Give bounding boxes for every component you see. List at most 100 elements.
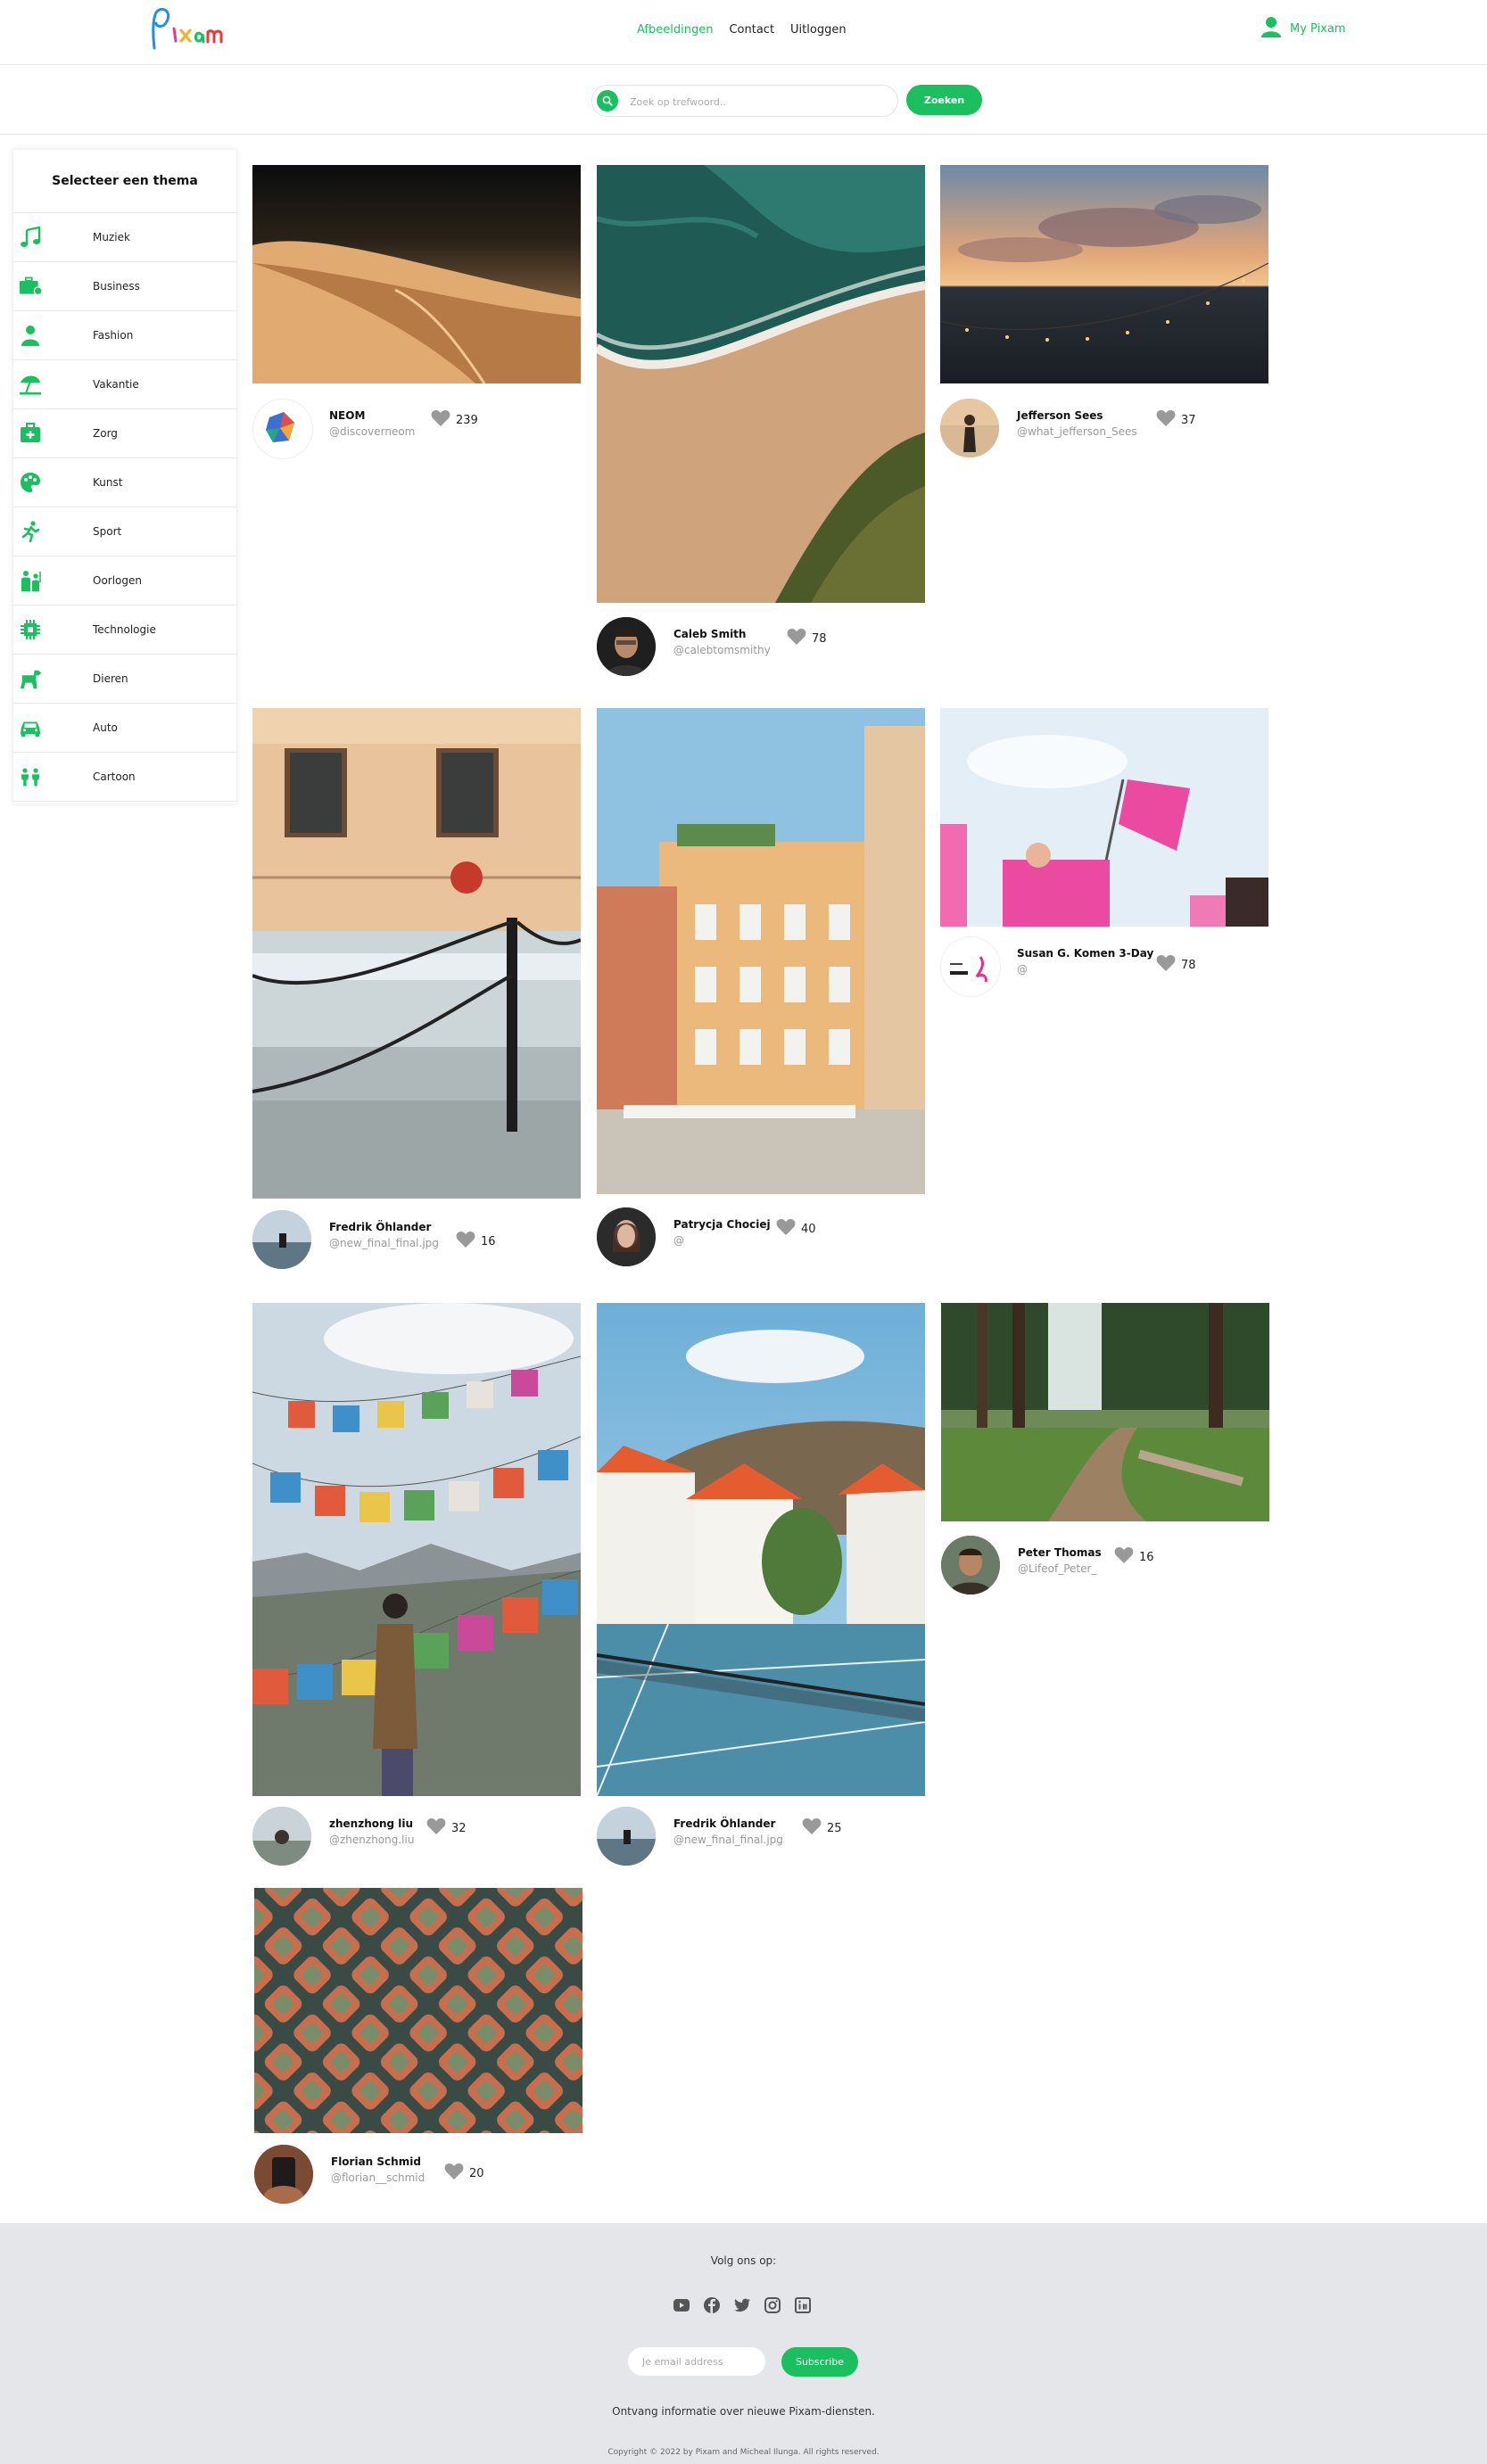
avatar[interactable] (597, 617, 656, 676)
like-button[interactable]: 78 (787, 628, 827, 649)
photo-tennis-court[interactable] (597, 1303, 925, 1796)
photographer-handle: @what_jefferson_Sees (1017, 425, 1137, 438)
sidebar-item-cartoon[interactable]: Cartoon (13, 753, 236, 802)
photo-building-chain[interactable] (252, 708, 581, 1199)
photographer-name[interactable]: NEOM (329, 409, 365, 422)
like-count: 40 (801, 1222, 816, 1236)
like-button[interactable]: 20 (444, 2163, 484, 2184)
photographer-name[interactable]: Patrycja Chociej (673, 1218, 771, 1231)
user-icon (1261, 16, 1281, 41)
sidebar-item-auto[interactable]: Auto (13, 704, 236, 753)
sidebar-item-fashion[interactable]: Fashion (13, 311, 236, 360)
like-count: 78 (1181, 958, 1196, 972)
like-count: 25 (827, 1821, 842, 1835)
newsletter-info: Ontvang informatie over nieuwe Pixam-die… (612, 2405, 875, 2418)
like-count: 239 (456, 413, 478, 427)
photographer-name[interactable]: Peter Thomas (1018, 1546, 1102, 1559)
photo-card-meta: Peter Thomas @Lifeof_Peter_ 16 (941, 1536, 1209, 1598)
like-count: 16 (1139, 1550, 1154, 1564)
person-icon (19, 324, 42, 347)
avatar[interactable] (252, 1807, 311, 1866)
photographer-name[interactable]: Susan G. Komen 3-Day (1017, 947, 1153, 960)
like-button[interactable]: 239 (431, 409, 478, 431)
sidebar-item-sport[interactable]: Sport (13, 507, 236, 556)
photographer-handle: @ (673, 1234, 684, 1247)
like-button[interactable]: 78 (1156, 954, 1196, 976)
twitter-icon[interactable] (734, 2297, 750, 2313)
photographer-handle: @new_final_final.jpg (673, 1834, 783, 1846)
photo-card-meta: Patrycja Chociej @ 40 (597, 1207, 864, 1270)
sidebar-item-business[interactable]: Business (13, 262, 236, 311)
avatar[interactable] (254, 2145, 313, 2204)
sidebar-item-label: Cartoon (93, 771, 136, 783)
like-button[interactable]: 16 (1114, 1546, 1154, 1568)
nav-afbeeldingen[interactable]: Afbeeldingen (637, 23, 713, 37)
sidebar-item-oorlogen[interactable]: Oorlogen (13, 556, 236, 606)
sidebar-item-zorg[interactable]: Zorg (13, 409, 236, 458)
avatar[interactable] (252, 399, 313, 459)
like-button[interactable]: 25 (802, 1817, 842, 1839)
avatar[interactable] (941, 1536, 1000, 1595)
instagram-icon[interactable] (764, 2297, 781, 2313)
photographer-name[interactable]: zhenzhong liu (329, 1817, 413, 1830)
photographer-handle: @ (1017, 963, 1028, 976)
main-nav: Afbeeldingen Contact Uitloggen (637, 23, 847, 37)
avatar[interactable] (940, 936, 1001, 997)
photo-sunset-sea[interactable] (940, 165, 1268, 383)
sidebar-item-dieren[interactable]: Dieren (13, 655, 236, 704)
photographer-handle: @florian__schmid (331, 2171, 425, 2184)
nav-contact[interactable]: Contact (729, 23, 774, 37)
my-pixam-link[interactable]: My Pixam (1261, 16, 1346, 41)
search-button[interactable]: Zoeken (906, 85, 982, 115)
search-icon[interactable] (597, 90, 618, 111)
sidebar-item-muziek[interactable]: Muziek (13, 213, 236, 262)
photographer-handle: @discoverneom (329, 425, 416, 438)
photographer-name[interactable]: Fredrik Öhlander (329, 1221, 431, 1233)
email-field[interactable] (628, 2347, 765, 2376)
youtube-icon[interactable] (673, 2297, 690, 2313)
sidebar-item-technologie[interactable]: Technologie (13, 606, 236, 655)
avatar[interactable] (940, 399, 999, 457)
photo-card-meta: Fredrik Öhlander @new_final_final.jpg 25 (597, 1807, 864, 1869)
like-button[interactable]: 37 (1156, 409, 1196, 431)
follow-label: Volg ons op: (710, 2254, 777, 2267)
photo-prayer-flags[interactable] (252, 1303, 581, 1796)
like-button[interactable]: 16 (456, 1231, 496, 1252)
nav-uitloggen[interactable]: Uitloggen (790, 23, 847, 37)
avatar[interactable] (252, 1210, 311, 1269)
photo-pink-flag[interactable] (940, 708, 1268, 927)
heart-icon (1156, 954, 1176, 976)
facebook-icon[interactable] (704, 2297, 720, 2313)
photographer-name[interactable]: Caleb Smith (673, 628, 746, 640)
heart-icon (444, 2163, 464, 2184)
sidebar-item-label: Muziek (93, 231, 130, 243)
subscribe-button[interactable]: Subscribe (781, 2347, 858, 2377)
sidebar-item-label: Vakantie (93, 378, 139, 391)
photographer-name[interactable]: Florian Schmid (331, 2155, 421, 2168)
avatar[interactable] (597, 1807, 656, 1866)
photo-desert[interactable] (252, 165, 581, 383)
like-button[interactable]: 32 (426, 1817, 467, 1839)
photographer-name[interactable]: Fredrik Öhlander (673, 1817, 775, 1830)
avatar[interactable] (597, 1207, 656, 1266)
sidebar-item-label: Sport (93, 525, 122, 538)
sidebar-item-vakantie[interactable]: Vakantie (13, 360, 236, 409)
sidebar-item-kunst[interactable]: Kunst (13, 458, 236, 507)
photographer-name[interactable]: Jefferson Sees (1017, 409, 1103, 422)
photo-forest-boardwalk[interactable] (941, 1303, 1269, 1521)
photo-city-building[interactable] (597, 708, 925, 1194)
sidebar-item-label: Zorg (93, 427, 118, 440)
like-button[interactable]: 40 (776, 1218, 816, 1240)
linkedin-icon[interactable] (795, 2297, 811, 2313)
sidebar-item-label: Kunst (93, 476, 123, 489)
like-count: 20 (469, 2166, 484, 2180)
pixam-logo[interactable] (147, 5, 227, 54)
heart-icon (1156, 409, 1176, 431)
like-count: 32 (451, 1821, 467, 1835)
search-input[interactable] (628, 92, 890, 111)
heart-icon (456, 1231, 475, 1252)
dog-icon (19, 667, 42, 690)
photo-card-meta: Susan G. Komen 3-Day @ 78 (940, 936, 1235, 999)
photo-aerial-city[interactable] (254, 1888, 582, 2133)
photo-aerial-beach[interactable] (597, 165, 925, 603)
